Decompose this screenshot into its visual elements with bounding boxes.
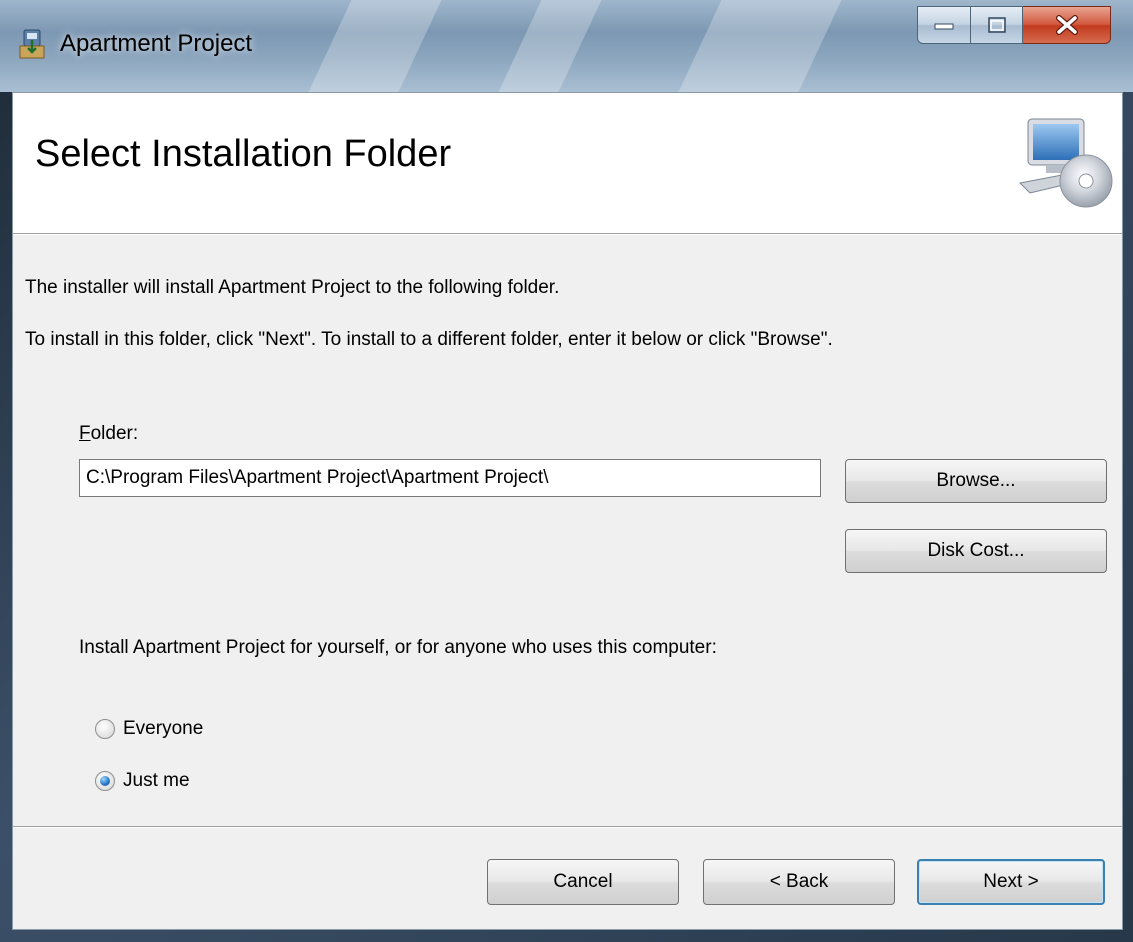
footer-separator-highlight	[13, 827, 1122, 828]
folder-path-input[interactable]	[79, 459, 821, 497]
minimize-icon	[934, 23, 954, 30]
instructions-text: To install in this folder, click "Next".…	[25, 329, 833, 350]
folder-label-text: older:	[90, 423, 139, 444]
next-button[interactable]: Next >	[917, 859, 1105, 905]
radio-everyone-button[interactable]	[95, 719, 115, 739]
browse-button[interactable]: Browse...	[845, 459, 1107, 503]
radio-everyone[interactable]: Everyone	[95, 718, 203, 740]
glass-streak	[498, 0, 602, 92]
intro-text: The installer will install Apartment Pro…	[25, 277, 560, 298]
folder-label-mnemonic: F	[79, 423, 91, 444]
radio-just-me-label: Just me	[123, 770, 190, 791]
glass-streak	[678, 0, 842, 92]
close-button[interactable]	[1023, 6, 1111, 44]
folder-label: Folder:	[79, 423, 138, 445]
computer-cd-icon	[1018, 118, 1113, 208]
disk-cost-button[interactable]: Disk Cost...	[845, 529, 1107, 573]
installer-app-icon	[19, 29, 45, 59]
glass-streak	[308, 0, 442, 92]
header-banner: Select Installation Folder	[13, 93, 1122, 234]
radio-just-me-button[interactable]	[95, 771, 115, 791]
maximize-icon	[987, 17, 1006, 33]
radio-just-me[interactable]: Just me	[95, 770, 190, 792]
caption-buttons	[917, 6, 1111, 46]
page-title: Select Installation Folder	[35, 133, 452, 175]
title-bar[interactable]: Apartment Project	[0, 0, 1133, 92]
cancel-button[interactable]: Cancel	[487, 859, 679, 905]
install-scope-prompt: Install Apartment Project for yourself, …	[79, 637, 717, 658]
back-button[interactable]: < Back	[703, 859, 895, 905]
installer-window: Apartment Project Select Installation Fo…	[0, 0, 1133, 942]
window-title: Apartment Project	[60, 30, 253, 57]
close-icon	[1055, 15, 1078, 35]
maximize-button[interactable]	[971, 6, 1023, 44]
dialog-client-area: Select Installation Folder The installer…	[12, 92, 1123, 930]
minimize-button[interactable]	[917, 6, 971, 44]
banner-separator	[13, 234, 1122, 235]
radio-everyone-label: Everyone	[123, 718, 204, 739]
